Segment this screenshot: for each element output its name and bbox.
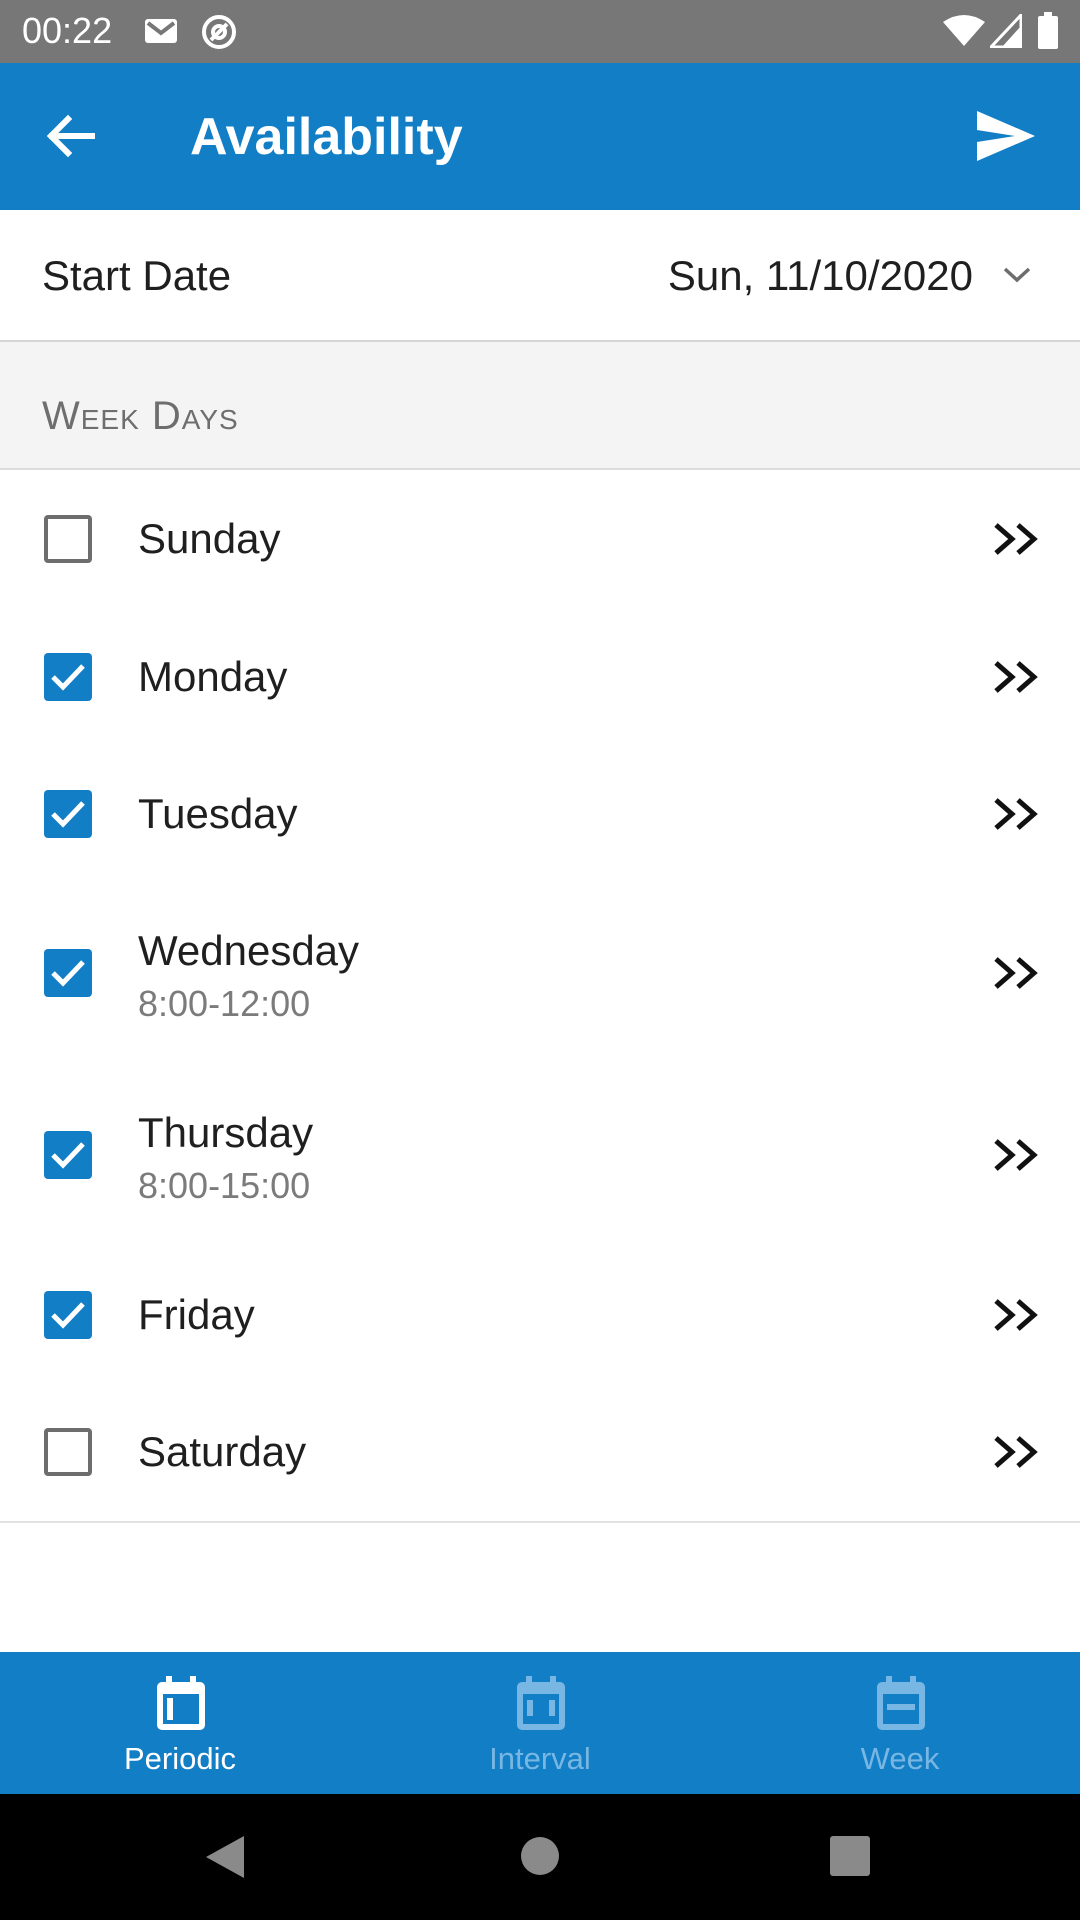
tab-interval[interactable]: Interval — [360, 1652, 720, 1794]
day-row[interactable]: Friday — [0, 1246, 1080, 1385]
back-button[interactable] — [42, 107, 104, 165]
day-row[interactable]: Monday — [0, 608, 1080, 747]
at-sign-icon — [200, 13, 238, 56]
day-name: Sunday — [138, 515, 281, 562]
double-chevron-right-icon[interactable] — [992, 1432, 1040, 1472]
signal-icon — [987, 11, 1023, 53]
day-row[interactable]: Sunday — [0, 470, 1080, 610]
calendar-icon — [157, 1676, 205, 1730]
day-checkbox[interactable] — [44, 949, 92, 997]
day-checkbox[interactable] — [44, 515, 92, 563]
double-chevron-right-icon[interactable] — [992, 953, 1040, 993]
calendar-week-icon — [877, 1676, 925, 1730]
status-bar: 00:22 — [0, 0, 1080, 63]
bottom-nav: Periodic Interval Week — [0, 1652, 1080, 1794]
day-row[interactable]: Tuesday — [0, 745, 1080, 884]
calendar-range-icon — [517, 1676, 565, 1730]
day-name: Friday — [138, 1291, 255, 1338]
day-checkbox[interactable] — [44, 1291, 92, 1339]
day-name: Thursday — [138, 1109, 314, 1156]
tab-periodic[interactable]: Periodic — [0, 1652, 360, 1794]
double-chevron-right-icon[interactable] — [992, 1135, 1040, 1175]
status-time: 00:22 — [22, 10, 113, 51]
double-chevron-right-icon[interactable] — [992, 519, 1040, 559]
wifi-icon — [942, 14, 986, 53]
tab-week[interactable]: Week — [720, 1652, 1080, 1794]
day-name: Wednesday — [138, 927, 360, 974]
gmail-icon — [143, 16, 179, 51]
battery-icon — [1037, 12, 1059, 55]
day-name: Tuesday — [138, 790, 298, 837]
page-title: Availability — [190, 108, 463, 166]
chevron-down-icon[interactable] — [1002, 265, 1032, 285]
day-row[interactable]: Wednesday 8:00-12:00 — [0, 882, 1080, 1066]
back-triangle-icon[interactable] — [204, 1834, 246, 1880]
day-time-range: 8:00-12:00 — [138, 983, 311, 1024]
recents-square-icon[interactable] — [830, 1836, 870, 1876]
double-chevron-right-icon[interactable] — [992, 657, 1040, 697]
start-date-value[interactable]: Sun, 11/10/2020 — [668, 252, 973, 300]
home-circle-icon[interactable] — [520, 1836, 560, 1876]
start-date-row[interactable]: Start Date Sun, 11/10/2020 — [0, 210, 1080, 342]
day-row[interactable]: Thursday 8:00-15:00 — [0, 1064, 1080, 1248]
arrow-left-icon — [46, 114, 95, 158]
section-title: Week Days — [42, 394, 239, 438]
double-chevron-right-icon[interactable] — [992, 794, 1040, 834]
day-name: Monday — [138, 653, 288, 700]
day-checkbox[interactable] — [44, 1131, 92, 1179]
send-icon — [977, 111, 1035, 161]
tab-label: Interval — [489, 1741, 591, 1776]
day-checkbox[interactable] — [44, 1428, 92, 1476]
system-nav-bar — [0, 1794, 1080, 1920]
send-button[interactable] — [975, 107, 1037, 165]
week-days-header: Week Days — [0, 342, 1080, 470]
day-checkbox[interactable] — [44, 790, 92, 838]
tab-label: Periodic — [124, 1741, 236, 1776]
day-row[interactable]: Saturday — [0, 1383, 1080, 1523]
double-chevron-right-icon[interactable] — [992, 1295, 1040, 1335]
start-date-label: Start Date — [42, 252, 232, 299]
tab-label: Week — [860, 1741, 940, 1776]
day-name: Saturday — [138, 1428, 307, 1475]
day-checkbox[interactable] — [44, 653, 92, 701]
app-bar: Availability — [0, 63, 1080, 210]
day-time-range: 8:00-15:00 — [138, 1165, 311, 1206]
